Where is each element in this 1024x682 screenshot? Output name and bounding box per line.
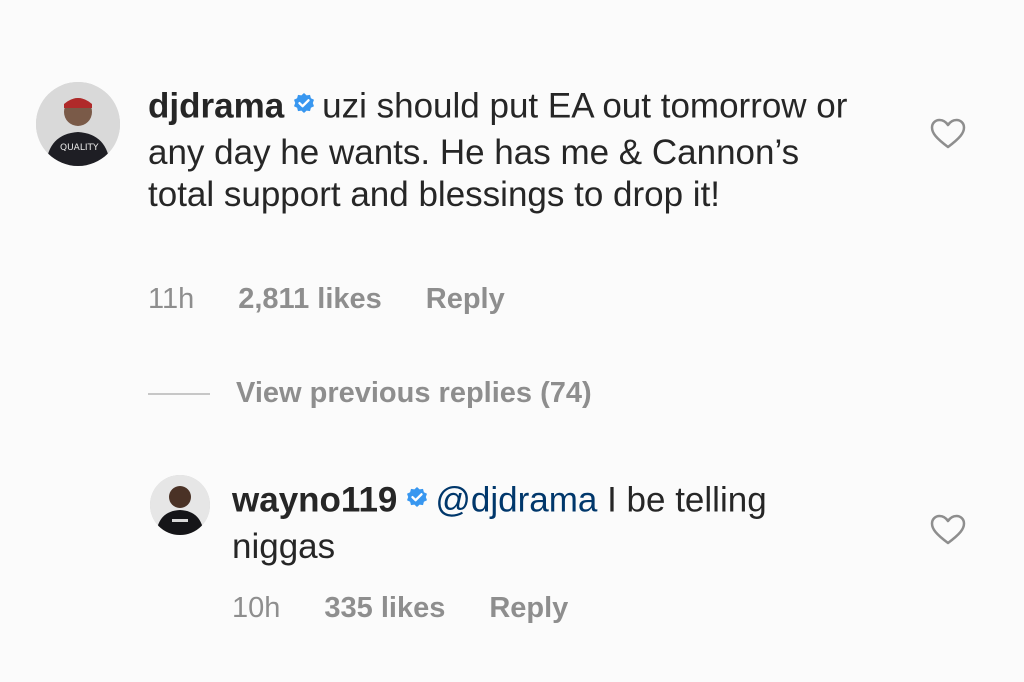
user-avatar-icon: QUALITY: [36, 82, 120, 166]
timestamp: 10h: [232, 592, 281, 624]
user-avatar-icon: [150, 475, 210, 535]
verified-badge-icon: [292, 84, 316, 126]
view-previous-replies-button[interactable]: View previous replies (74): [148, 377, 592, 410]
reply-button[interactable]: Reply: [489, 592, 568, 625]
like-heart-icon[interactable]: [930, 514, 966, 551]
likes-count[interactable]: 2,811 likes: [238, 283, 382, 316]
comment-meta: 10h 335 likes Reply: [232, 592, 612, 625]
svg-text:QUALITY: QUALITY: [60, 143, 99, 153]
avatar[interactable]: QUALITY: [36, 82, 120, 166]
reply-button[interactable]: Reply: [426, 283, 505, 316]
username[interactable]: djdrama: [148, 86, 284, 125]
timestamp: 11h: [148, 283, 195, 315]
avatar[interactable]: [150, 475, 210, 535]
likes-count[interactable]: 335 likes: [324, 592, 445, 625]
comment-text-block: wayno119 @djdrama I be telling niggas: [232, 478, 872, 568]
mention-link[interactable]: @djdrama: [435, 480, 597, 519]
comment-text-block: djdrama uzi should put EA out tomorrow or…: [148, 84, 848, 216]
verified-badge-icon: [405, 478, 429, 520]
username[interactable]: wayno119: [232, 480, 397, 519]
like-heart-icon[interactable]: [930, 118, 966, 155]
view-previous-replies-label: View previous replies (74): [236, 377, 592, 409]
comment-meta: 11h 2,811 likes Reply: [148, 283, 549, 316]
divider-line: [148, 392, 210, 395]
